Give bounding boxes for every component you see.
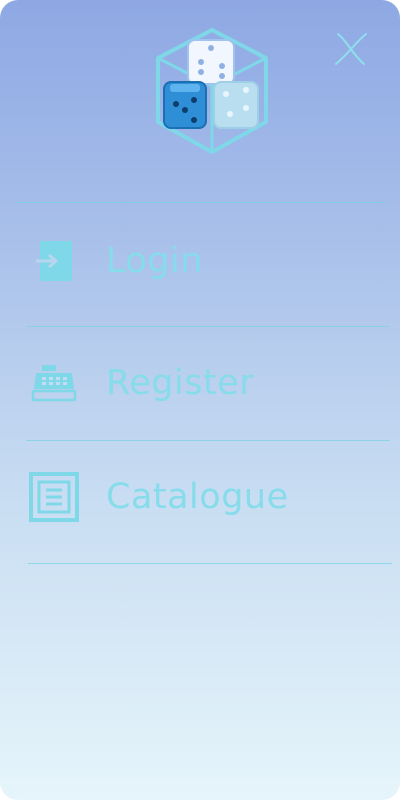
catalogue-icon	[26, 469, 82, 525]
dice-cube-logo-icon	[156, 28, 268, 154]
menu-item-catalogue-label: Catalogue	[106, 477, 289, 517]
cash-register-icon	[26, 355, 82, 411]
divider-top	[16, 202, 386, 203]
close-button[interactable]	[330, 28, 372, 70]
menu-item-login[interactable]: Login	[26, 226, 390, 296]
menu-item-catalogue[interactable]: Catalogue	[26, 462, 390, 532]
logo	[150, 24, 274, 158]
side-menu-panel: Login Register Catalogue	[0, 0, 400, 800]
divider-after-catalogue	[28, 563, 392, 564]
menu-item-register-label: Register	[106, 363, 255, 403]
divider-after-register	[26, 440, 390, 441]
menu-item-register[interactable]: Register	[26, 348, 390, 418]
menu-item-login-label: Login	[106, 241, 203, 281]
divider-after-login	[26, 326, 390, 327]
login-icon	[26, 233, 82, 289]
close-icon	[335, 33, 367, 65]
